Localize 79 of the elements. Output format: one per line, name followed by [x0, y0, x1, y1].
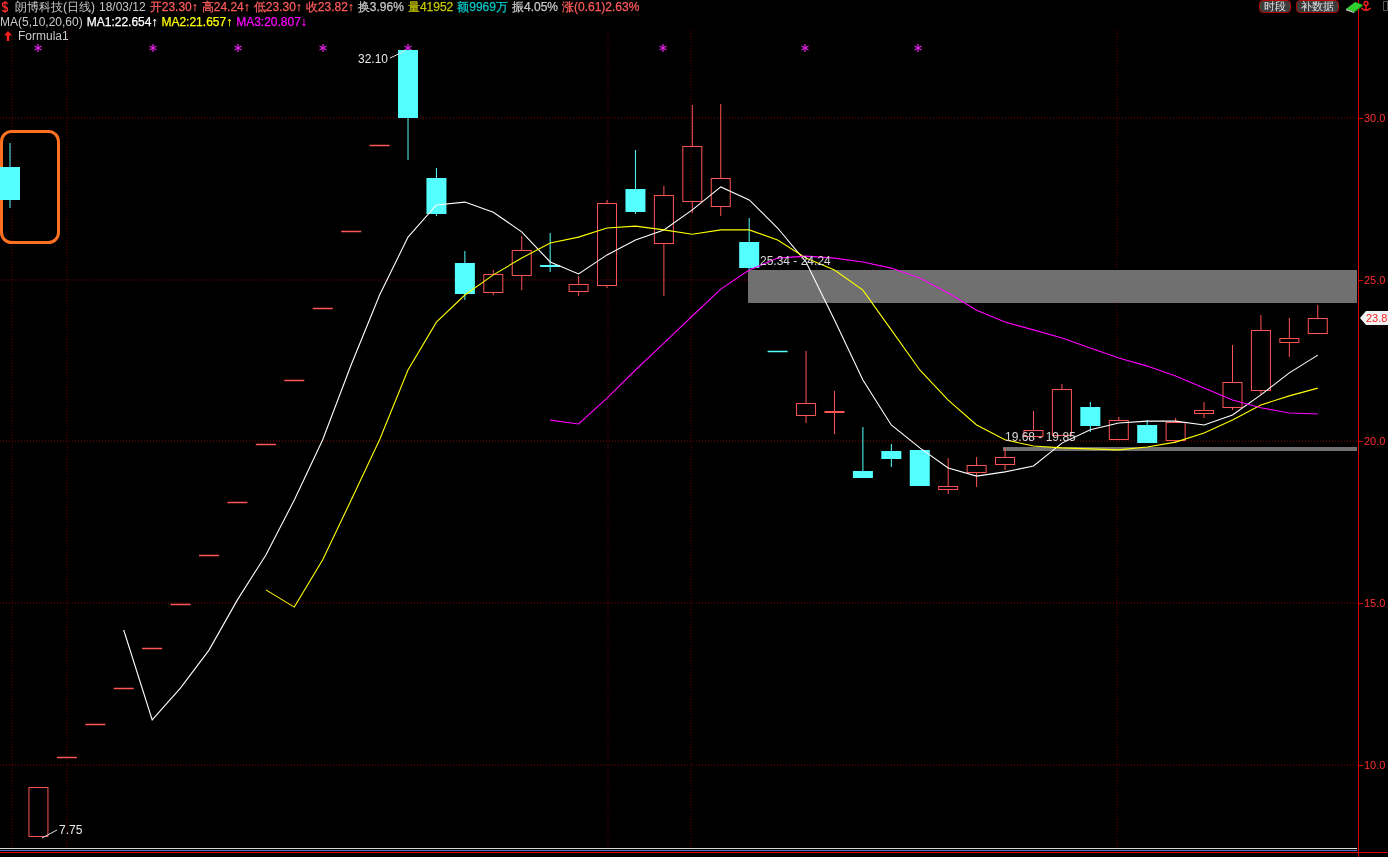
- book-icon[interactable]: [1346, 0, 1363, 13]
- candle: [995, 447, 1016, 471]
- candle: [454, 250, 475, 301]
- asterisk-icon: [658, 43, 668, 53]
- up-arrow-icon: [4, 31, 12, 42]
- candle: [739, 217, 760, 271]
- candle: [84, 723, 107, 726]
- low-price-label: 7.75: [59, 823, 83, 837]
- candle: [1165, 417, 1186, 444]
- candle: [1080, 401, 1101, 433]
- quote-value: 额9969万: [457, 0, 508, 15]
- anchor-icon[interactable]: [1360, 0, 1372, 12]
- asterisk-icon: [233, 43, 243, 53]
- quote-value: 开23.30↑: [149, 0, 198, 15]
- asterisk-icon: [33, 43, 43, 53]
- axis-label: 30.0: [1364, 112, 1386, 124]
- candle: [426, 167, 447, 217]
- axis-label: 25.0: [1364, 274, 1386, 286]
- candle: [1307, 304, 1328, 334]
- toolbar-button[interactable]: 时段: [1259, 0, 1291, 13]
- leader-line: [389, 50, 406, 59]
- candle: [56, 756, 78, 759]
- candle: [28, 787, 49, 837]
- candle: [368, 144, 391, 147]
- candle: [1137, 419, 1158, 444]
- candle: [340, 230, 362, 233]
- quote-value: 振4.05%: [511, 0, 558, 15]
- asterisk-icon: [913, 43, 923, 53]
- candle: [312, 307, 334, 310]
- candle: [169, 603, 192, 606]
- indicator-value: MA3:20.807↓: [236, 14, 307, 29]
- axis-label: 20.0: [1364, 435, 1386, 447]
- candle: [824, 390, 845, 435]
- dollar-icon: [1, 1, 9, 14]
- candle: [511, 235, 532, 291]
- candle: [1222, 344, 1243, 411]
- candle: [568, 275, 589, 297]
- quote-value: 低23.30↑: [253, 0, 302, 15]
- quote-date: 18/03/12: [99, 0, 146, 15]
- asterisk-icon: [318, 43, 328, 53]
- candle: [881, 443, 902, 468]
- candle: [766, 350, 789, 353]
- candle: [966, 456, 987, 488]
- indicator-label: MA(5,10,20,60): [0, 14, 83, 29]
- candle: [0, 142, 20, 209]
- axis-label: 15.0: [1364, 597, 1386, 609]
- candle: [852, 426, 873, 479]
- quote-value: 换3.96%: [357, 0, 404, 15]
- candle: [625, 149, 646, 215]
- toolbar-button[interactable]: 补数据: [1296, 0, 1339, 13]
- candle: [1194, 401, 1215, 419]
- leader-line: [41, 829, 58, 839]
- indicator-value: MA1:22.654↑: [86, 14, 158, 29]
- candle: [1279, 317, 1300, 358]
- indicator-value: MA2:21.657↑: [161, 14, 233, 29]
- price-tag: 23.8: [1360, 311, 1388, 325]
- candle: [283, 379, 306, 382]
- quote-value: 高24.24↑: [201, 0, 250, 15]
- stock-title: 朗博科技(日线): [15, 0, 95, 15]
- axis-label: 10.0: [1364, 759, 1386, 771]
- candle: [909, 449, 930, 487]
- candle: [141, 647, 163, 650]
- asterisk-icon: [403, 43, 413, 53]
- candle: [198, 554, 220, 557]
- high-price-label: 32.10: [358, 52, 389, 66]
- asterisk-icon: [800, 43, 810, 53]
- candle: [938, 457, 959, 495]
- candle: [1108, 416, 1129, 440]
- candle: [226, 501, 249, 504]
- asterisk-icon: [148, 43, 158, 53]
- formula-label: Formula1: [18, 29, 69, 44]
- candle: [255, 443, 277, 446]
- quote-value: 收23.82↑: [305, 0, 354, 15]
- candle: [483, 269, 504, 296]
- square-icon: [1383, 1, 1388, 11]
- candle: [112, 687, 135, 690]
- candle: [540, 232, 561, 273]
- quote-value: 量41952: [407, 0, 454, 15]
- quote-value: 涨(0.61)2.63%: [562, 0, 640, 15]
